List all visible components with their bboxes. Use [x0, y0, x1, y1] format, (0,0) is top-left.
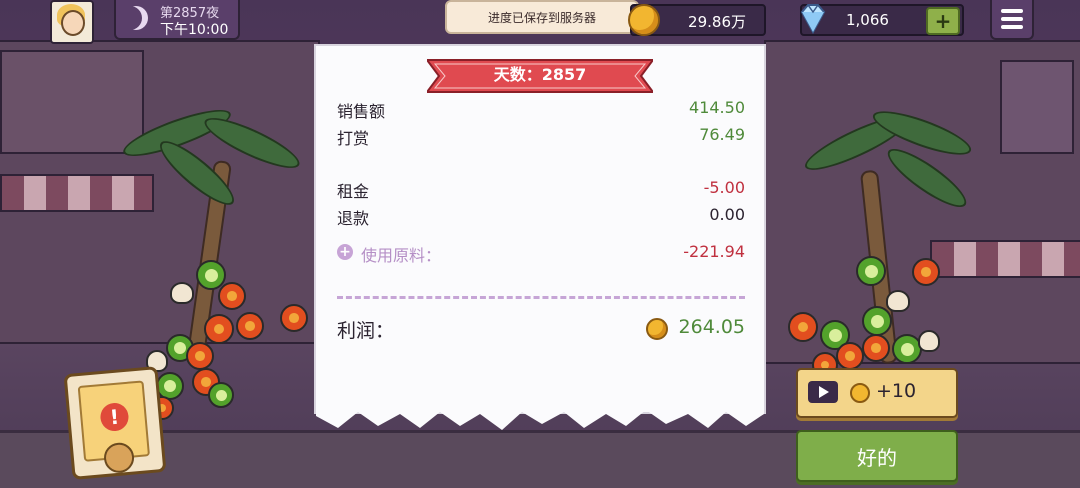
- diamond-icon: [800, 4, 826, 35]
- video-play-icon: [808, 381, 838, 403]
- coin-icon: [646, 318, 668, 340]
- menu-button[interactable]: [990, 0, 1034, 40]
- refund-row: 退款 0.00: [337, 205, 745, 228]
- hamburger-icon: [1001, 9, 1023, 13]
- tomato-slice-icon: [218, 282, 246, 310]
- day-banner-text: 天数：2857: [493, 65, 587, 84]
- garlic-icon: [170, 282, 194, 304]
- tomato-slice-icon: [236, 312, 264, 340]
- expand-ingredients-icon[interactable]: +: [337, 244, 353, 260]
- receipt-torn-edge: [316, 406, 764, 430]
- tomato-slice-icon: [204, 314, 234, 344]
- coin-icon: [850, 383, 870, 403]
- tomato-slice-icon: [836, 342, 864, 370]
- profit-value: 264.05: [678, 316, 745, 338]
- right-awning: [930, 240, 1080, 278]
- profit-label: 利润：: [337, 320, 395, 342]
- tomato-slice-icon: [788, 312, 818, 342]
- moon-icon: [124, 6, 148, 30]
- pepper-slice-icon: [862, 306, 892, 336]
- garlic-icon: [918, 330, 940, 352]
- watch-ad-reward-button[interactable]: +10: [796, 368, 958, 418]
- save-toast: 进度已保存到服务器: [445, 0, 639, 34]
- garlic-icon: [886, 290, 910, 312]
- tomato-slice-icon: [280, 304, 308, 332]
- pepper-slice-icon: [856, 256, 886, 286]
- tomato-slice-icon: [862, 334, 890, 362]
- ad-reward-amount: +10: [876, 380, 917, 402]
- day-time-panel: 第2857夜 下午10:00: [114, 0, 240, 40]
- exclamation-icon: !: [99, 401, 130, 433]
- buy-gems-button[interactable]: +: [926, 7, 960, 35]
- tomato-slice-icon: [186, 342, 214, 370]
- gold-amount: 29.86万: [688, 13, 746, 31]
- receipt-divider: [337, 296, 745, 299]
- right-building-window: [1000, 60, 1074, 154]
- gem-counter: 1,066 +: [800, 4, 964, 36]
- coin-icon: [628, 4, 660, 36]
- left-building-upper: [0, 50, 144, 154]
- left-awning: [0, 174, 154, 212]
- ingredients-row[interactable]: + 使用原料： -221.94: [337, 242, 745, 265]
- gold-counter: 29.86万: [628, 4, 766, 36]
- gem-amount: 1,066: [846, 11, 889, 29]
- alert-card[interactable]: !: [63, 366, 167, 480]
- rent-row: 租金 -5.00: [337, 178, 745, 201]
- ok-button[interactable]: 好的: [796, 430, 958, 482]
- tips-row: 打赏 76.49: [337, 125, 745, 148]
- player-avatar[interactable]: [50, 0, 94, 44]
- pepper-slice-icon: [208, 382, 234, 408]
- clock-time: 下午10:00: [160, 22, 229, 38]
- sales-row: 销售额 414.50: [337, 98, 745, 121]
- tomato-slice-icon: [912, 258, 940, 286]
